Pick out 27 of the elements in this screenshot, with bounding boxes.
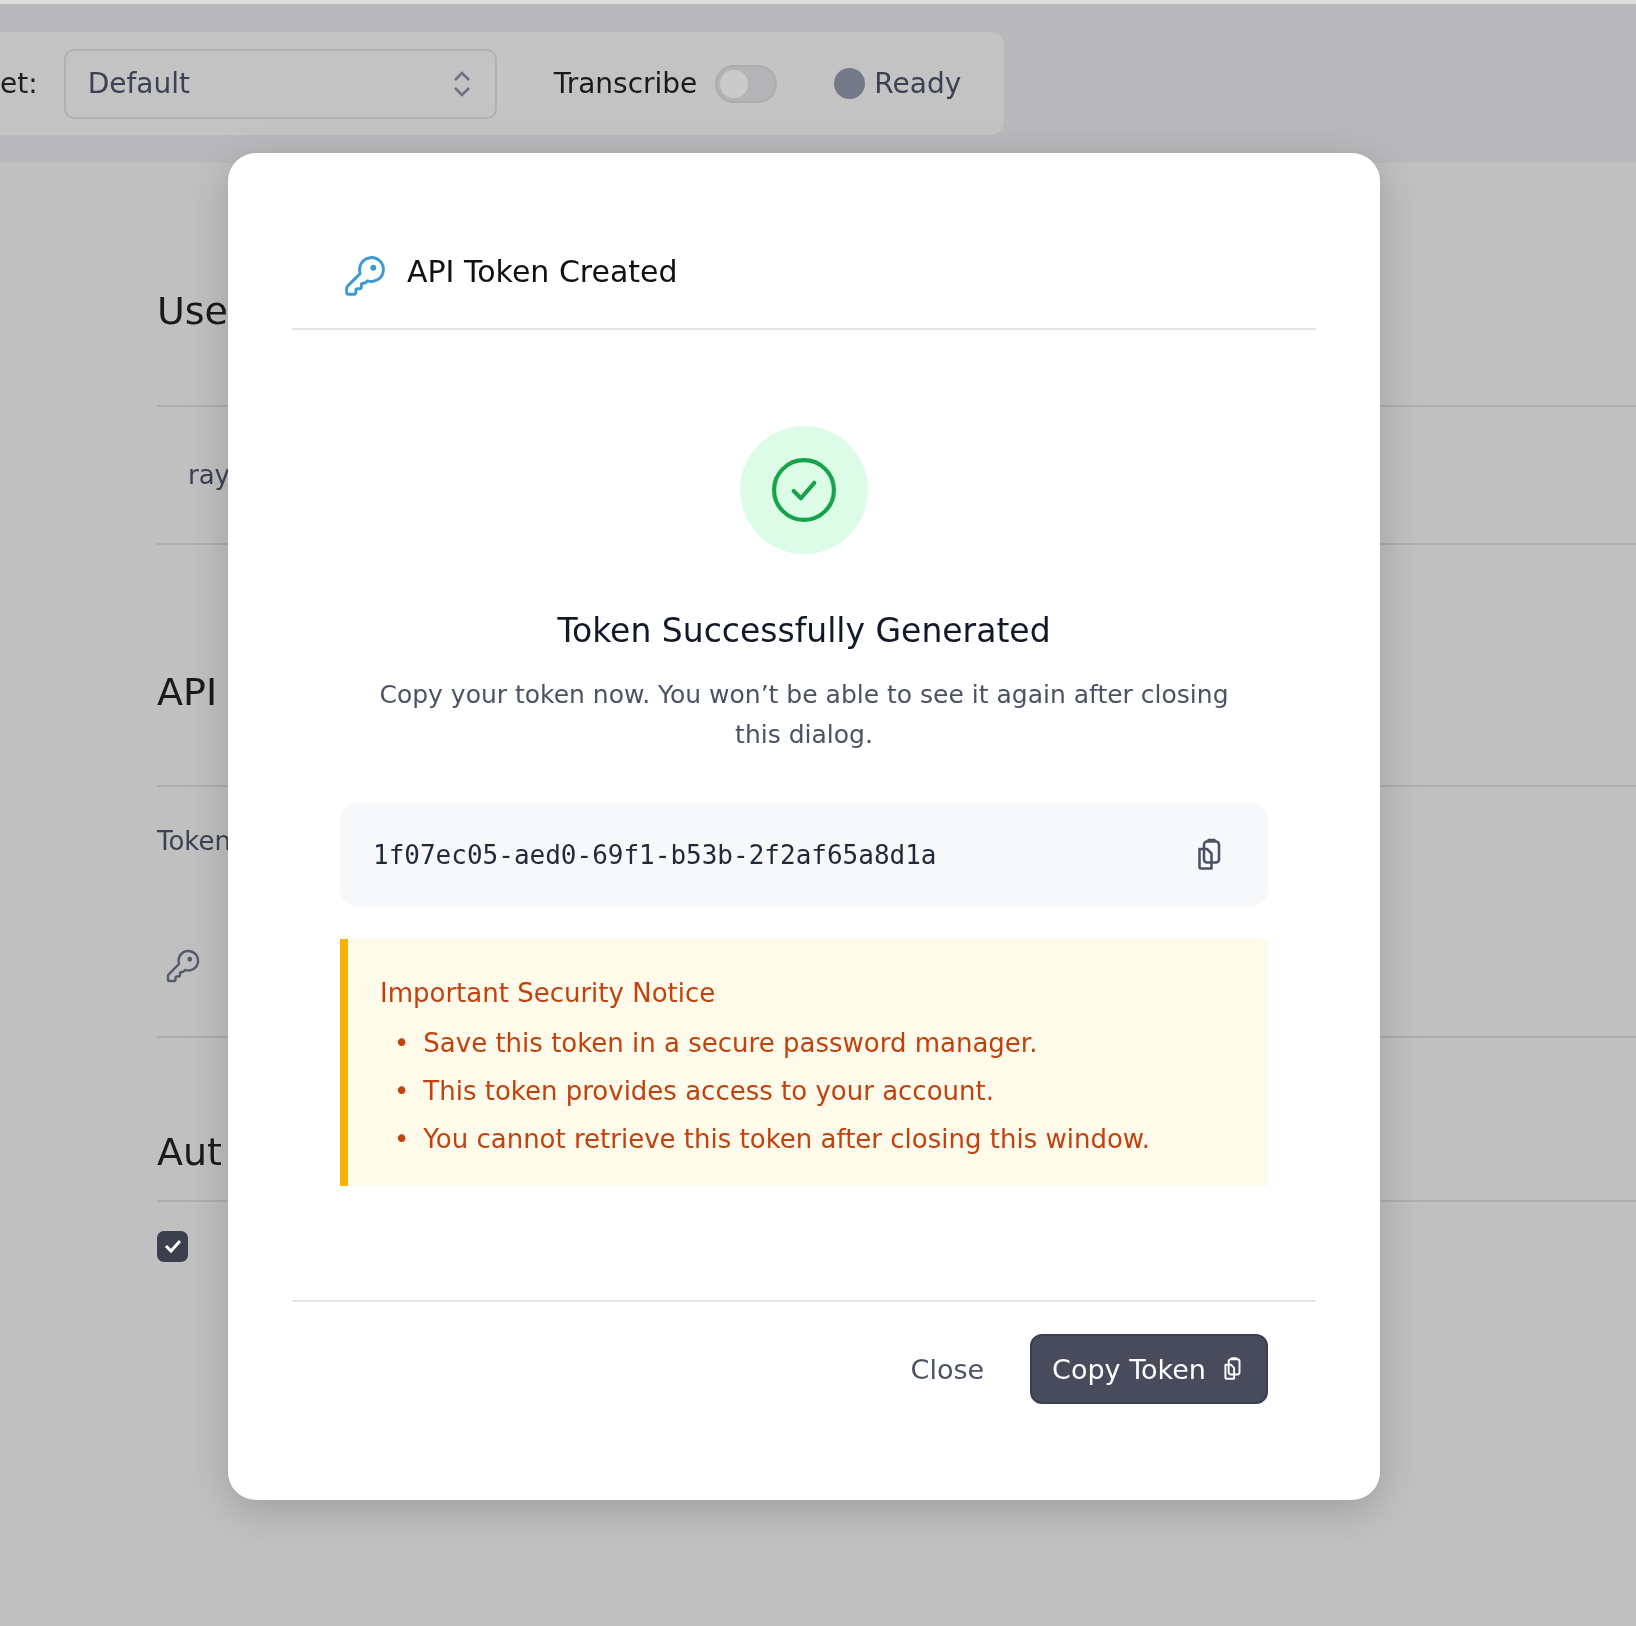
- section-heading: API: [157, 669, 218, 716]
- notice-item: You cannot retrieve this token after closing this window.: [423, 1123, 1150, 1156]
- field-label: et:: [0, 67, 38, 100]
- dialog-title: API Token Created: [407, 253, 678, 291]
- bullet: •: [394, 1123, 410, 1156]
- preset-select[interactable]: Default: [63, 48, 497, 119]
- instruction-text: Copy your token now. You won’t be able to see it again after closing this dialog.: [378, 679, 1230, 751]
- bullet: •: [394, 1027, 410, 1060]
- transcribe-toggle[interactable]: [715, 64, 778, 103]
- toggle-label: Transcribe: [553, 67, 698, 100]
- notice-item: Save this token in a secure password manager.: [423, 1027, 1038, 1060]
- notice-item: This token provides access to your account.: [423, 1075, 994, 1108]
- notice-title: Important Security Notice: [380, 977, 717, 1010]
- checkbox[interactable]: [157, 1230, 188, 1262]
- bullet: •: [394, 1075, 410, 1108]
- copy-token-button[interactable]: Copy Token: [1030, 1334, 1268, 1404]
- key-icon: [165, 947, 201, 984]
- status-text: Ready: [874, 67, 962, 100]
- token-value: 1f07ec05-aed0-69f1-b53b-2f2af65a8d1a: [373, 839, 937, 870]
- key-icon: [343, 254, 387, 298]
- section-heading: Use: [157, 288, 228, 335]
- status-dot: [834, 68, 866, 99]
- close-button[interactable]: Close: [910, 1334, 985, 1404]
- section-heading: Aut: [157, 1129, 222, 1176]
- user-name: ray: [188, 460, 230, 490]
- field-label: Token: [157, 826, 231, 856]
- success-heading: Token Successfully Generated: [557, 610, 1051, 652]
